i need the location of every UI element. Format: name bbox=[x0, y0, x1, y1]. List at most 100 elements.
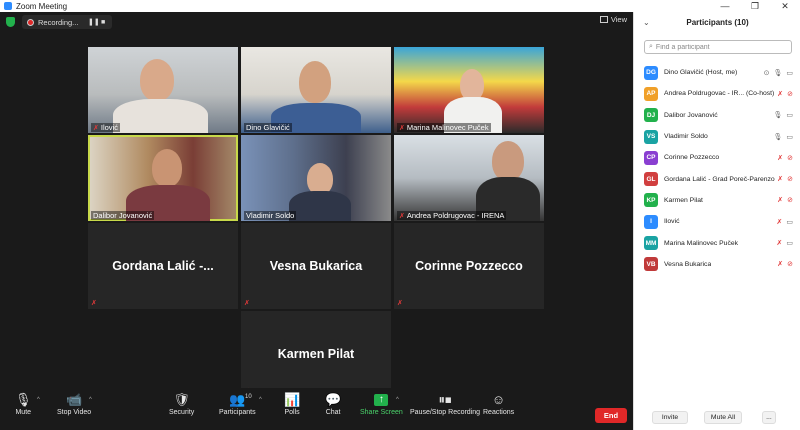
participant-status-icons: ⊙ 🎙 ▭ bbox=[764, 62, 793, 83]
participant-name: Dino Glavičić (Host, me) bbox=[664, 69, 738, 77]
participant-face bbox=[492, 141, 524, 181]
video-tile[interactable]: ✗ Marina Malinovec Puček bbox=[394, 47, 544, 133]
video-off-icon: ⊘ bbox=[787, 261, 793, 269]
pause-recording-icon[interactable]: ❚❚ bbox=[88, 18, 100, 26]
pause-stop-recording-button[interactable]: ⏸⏹ Pause/Stop Recording bbox=[410, 392, 480, 416]
participant-row[interactable]: CP Corinne Pozzecco ✗ ⊘ bbox=[634, 147, 800, 168]
name-tile[interactable]: Karmen Pilat ✗ bbox=[241, 311, 391, 397]
video-off-icon: ⊘ bbox=[787, 197, 793, 205]
mic-muted-icon: ✗ bbox=[399, 212, 405, 220]
view-button[interactable]: View bbox=[599, 15, 627, 24]
security-button[interactable]: 🛡 Security bbox=[169, 392, 194, 416]
video-tile[interactable]: Vladimir Soldo bbox=[241, 135, 391, 221]
participant-row[interactable]: AP Andrea Poldrugovac - IR... (Co-host) ✗ ⊘ bbox=[634, 83, 800, 104]
avatar: VS bbox=[644, 129, 658, 144]
more-options-button[interactable]: ... bbox=[762, 411, 776, 424]
view-label: View bbox=[610, 15, 627, 24]
encryption-shield-icon[interactable] bbox=[6, 17, 15, 27]
avatar: CP bbox=[644, 150, 658, 165]
microphone-icon: 🎙 bbox=[15, 392, 32, 407]
stop-video-button[interactable]: 📹 Stop Video bbox=[57, 392, 91, 416]
chat-button[interactable]: 💬 Chat bbox=[325, 392, 341, 416]
stop-recording-icon[interactable]: ■ bbox=[101, 19, 105, 26]
video-tile[interactable]: ✗ Ilović bbox=[88, 47, 238, 133]
participant-row[interactable]: KP Karmen Pilat ✗ ⊘ bbox=[634, 190, 800, 211]
recording-indicator: Recording... ❚❚ ■ bbox=[22, 15, 112, 29]
name-tile[interactable]: Vesna Bukarica ✗ bbox=[241, 223, 391, 309]
participant-search-input[interactable] bbox=[655, 43, 786, 51]
video-camera-icon: ▭ bbox=[786, 133, 793, 141]
participant-name: Dalibor Jovanović bbox=[664, 111, 718, 119]
mic-muted-icon: ✗ bbox=[244, 300, 250, 307]
invite-button[interactable]: Invite bbox=[652, 411, 688, 424]
participant-row[interactable]: VS Vladimir Soldo 🎙 ▭ bbox=[634, 126, 800, 147]
participant-status-icons: ✗ ⊘ bbox=[777, 190, 793, 211]
video-off-icon: ⊘ bbox=[787, 90, 793, 98]
participants-panel: ⌄ Participants (10) ⌕ DGDino Glavičić (H… bbox=[633, 12, 800, 430]
grid-view-icon bbox=[599, 16, 608, 23]
participant-list: DG Dino Glavičić (Host, me) ⊙ 🎙 ▭ AP Andrea Po… bbox=[634, 62, 800, 275]
mute-button[interactable]: 🎙 Mute bbox=[15, 392, 32, 416]
mic-muted-icon: ✗ bbox=[397, 300, 403, 307]
participant-row[interactable]: VB Vesna Bukarica ✗ ⊘ bbox=[634, 254, 800, 275]
window-titlebar: Zoom Meeting — ❐ ✕ bbox=[0, 0, 800, 12]
microphone-muted-icon: ✗ bbox=[776, 240, 783, 248]
end-meeting-button[interactable]: End bbox=[595, 408, 627, 423]
tile-name-label: ✗ Andrea Poldrugovac - IRENA bbox=[397, 211, 507, 220]
share-screen-button[interactable]: ↑ Share Screen bbox=[360, 392, 403, 416]
video-camera-icon: ▭ bbox=[786, 69, 793, 77]
meeting-area: Recording... ❚❚ ■ View ✗ Ilović Dino Glav… bbox=[0, 12, 633, 430]
participant-row[interactable]: DJ Dalibor Jovanović 🎙 ▭ bbox=[634, 105, 800, 126]
tile-big-name: Corinne Pozzecco bbox=[415, 259, 523, 273]
meeting-topbar: Recording... ❚❚ ■ View bbox=[0, 12, 633, 32]
participant-name: Marina Malinovec Puček bbox=[664, 239, 739, 247]
minimize-button[interactable]: — bbox=[710, 0, 740, 12]
avatar: MM bbox=[644, 236, 658, 251]
chat-bubble-icon: 💬 bbox=[325, 392, 342, 407]
participant-status-icons: 🎙 ▭ bbox=[773, 126, 793, 147]
participant-row[interactable]: I Ilović ✗ ▭ bbox=[634, 211, 800, 232]
tile-name-label: Dalibor Jovanović bbox=[91, 211, 155, 220]
video-options-caret-icon[interactable]: ^ bbox=[89, 397, 92, 403]
avatar: DJ bbox=[644, 108, 658, 123]
participant-name: Corinne Pozzecco bbox=[664, 154, 720, 162]
microphone-muted-icon: ✗ bbox=[777, 197, 784, 205]
video-tile-active-speaker[interactable]: Dalibor Jovanović bbox=[88, 135, 238, 221]
polls-button[interactable]: 📊 Polls bbox=[284, 392, 300, 416]
participant-row[interactable]: DG Dino Glavičić (Host, me) ⊙ 🎙 ▭ bbox=[634, 62, 800, 83]
participant-search[interactable]: ⌕ bbox=[644, 40, 792, 54]
reactions-button[interactable]: ☺ Reactions bbox=[483, 392, 514, 416]
tile-big-name: Karmen Pilat bbox=[277, 347, 355, 361]
participant-name: Vladimir Soldo bbox=[664, 133, 708, 141]
name-tile[interactable]: Gordana Lalić -... ✗ bbox=[88, 223, 238, 309]
zoom-logo-icon bbox=[4, 2, 12, 10]
microphone-muted-icon: ✗ bbox=[777, 176, 784, 184]
participants-button[interactable]: 👥 Participants 10 bbox=[219, 392, 256, 416]
share-options-caret-icon[interactable]: ^ bbox=[396, 397, 399, 403]
video-camera-icon: ▭ bbox=[786, 112, 793, 120]
mute-all-button[interactable]: Mute All bbox=[704, 411, 742, 424]
participant-status-icons: 🎙 ▭ bbox=[773, 105, 793, 126]
participant-face bbox=[152, 149, 182, 187]
microphone-muted-icon: ✗ bbox=[777, 154, 784, 162]
participant-name: Ilović bbox=[664, 218, 680, 226]
participant-row[interactable]: MM Marina Malinovec Puček ✗ ▭ bbox=[634, 232, 800, 253]
close-window-button[interactable]: ✕ bbox=[770, 0, 800, 12]
participants-caret-icon[interactable]: ^ bbox=[259, 397, 262, 403]
tile-name-label: Vladimir Soldo bbox=[244, 211, 297, 220]
audio-options-caret-icon[interactable]: ^ bbox=[37, 397, 40, 403]
name-tile[interactable]: Corinne Pozzecco ✗ bbox=[394, 223, 544, 309]
participant-name: Andrea Poldrugovac - IR... (Co-host) bbox=[664, 90, 775, 98]
participants-icon: 👥 bbox=[229, 392, 246, 407]
avatar: AP bbox=[644, 86, 658, 101]
video-tile[interactable]: Dino Glavičić bbox=[241, 47, 391, 133]
participant-row[interactable]: GL Gordana Lalić - Grad Poreč-Parenzo ✗ ⊘ bbox=[634, 168, 800, 189]
video-tile[interactable]: ✗ Andrea Poldrugovac - IRENA bbox=[394, 135, 544, 221]
window-title: Zoom Meeting bbox=[16, 1, 68, 11]
participant-status-icons: ✗ ⊘ bbox=[777, 168, 793, 189]
participant-status-icons: ✗ ⊘ bbox=[777, 254, 793, 275]
maximize-button[interactable]: ❐ bbox=[740, 0, 770, 12]
microphone-icon: 🎙 bbox=[773, 69, 783, 77]
video-camera-icon: ▭ bbox=[786, 240, 793, 248]
participants-panel-title: Participants (10) bbox=[686, 18, 749, 27]
